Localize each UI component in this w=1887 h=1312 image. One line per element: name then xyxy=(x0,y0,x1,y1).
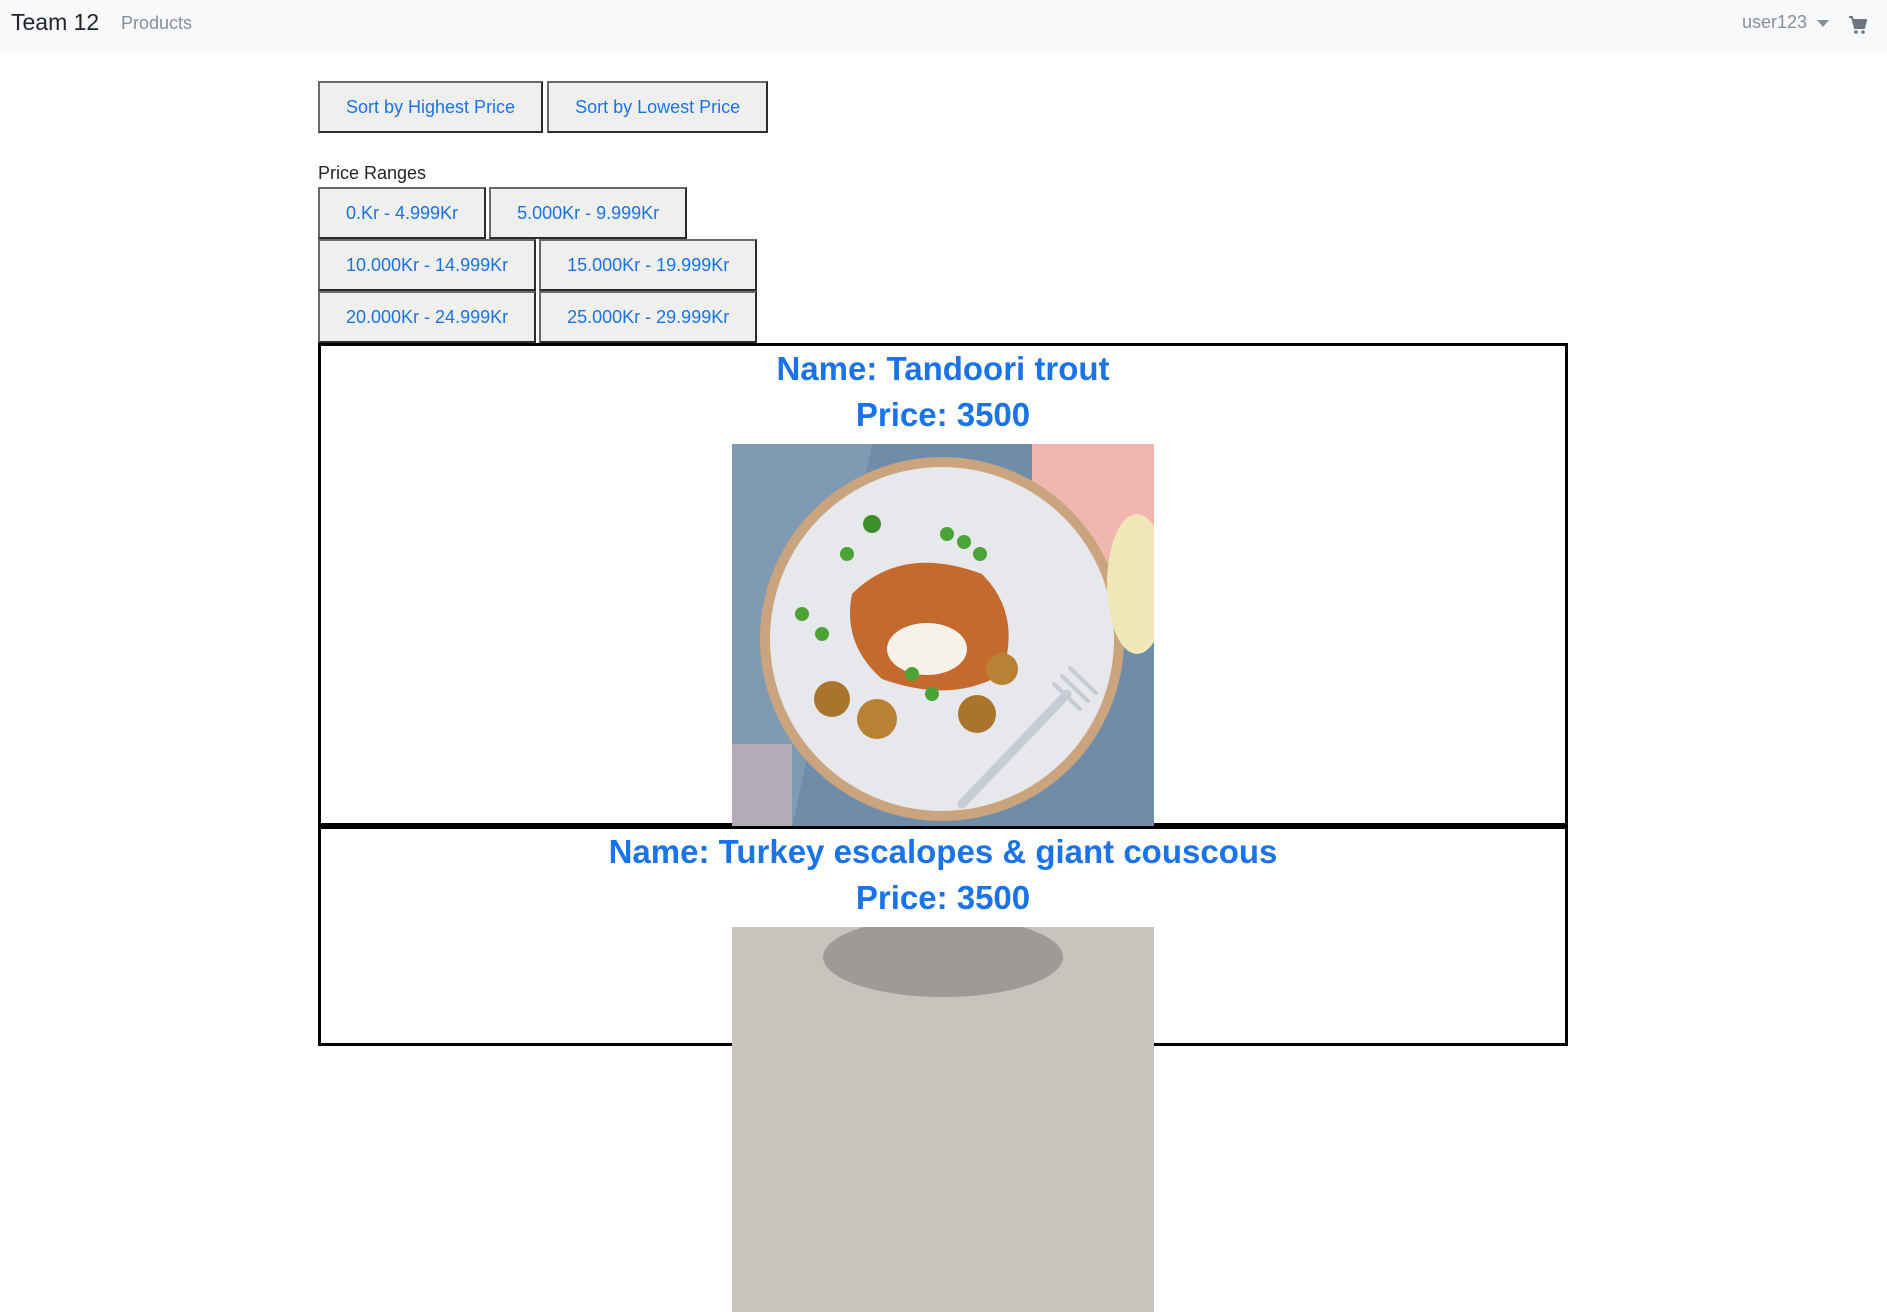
sort-controls: Sort by Highest Price Sort by Lowest Pric… xyxy=(318,81,772,133)
range-button-15000-19999[interactable]: 15.000Kr - 19.999Kr xyxy=(539,239,758,291)
brand-link[interactable]: Team 12 xyxy=(11,9,99,36)
product-image xyxy=(732,444,1154,829)
range-button-10000-14999[interactable]: 10.000Kr - 14.999Kr xyxy=(318,239,537,291)
user-name: user123 xyxy=(1741,12,1807,32)
product-name: Name: Turkey escalopes & giant couscous xyxy=(608,833,1278,870)
navbar: Team 12 Products user123 xyxy=(0,0,1887,53)
range-button-0-4999[interactable]: 0.Kr - 4.999Kr xyxy=(318,187,487,239)
product-name: Name: Tandoori trout xyxy=(776,350,1110,387)
price-range-row: 0.Kr - 4.999Kr 5.000Kr - 9.999Kr xyxy=(318,187,690,239)
price-ranges-label: Price Ranges xyxy=(318,163,427,183)
product-card[interactable]: Name: Turkey escalopes & giant couscous … xyxy=(318,826,1568,1312)
product-price: Price: 3500 xyxy=(855,879,1031,916)
chevron-down-icon xyxy=(1817,20,1829,27)
product-price: Price: 3500 xyxy=(855,396,1031,433)
range-button-20000-24999[interactable]: 20.000Kr - 24.999Kr xyxy=(318,291,537,343)
product-image xyxy=(732,927,1154,1312)
nav-products-link[interactable]: Products xyxy=(121,13,192,34)
range-button-25000-29999[interactable]: 25.000Kr - 29.999Kr xyxy=(539,291,758,343)
range-button-5000-9999[interactable]: 5.000Kr - 9.999Kr xyxy=(489,187,688,239)
sort-lowest-button[interactable]: Sort by Lowest Price xyxy=(547,81,769,133)
product-card[interactable]: Name: Tandoori trout Price: 3500 xyxy=(318,343,1568,829)
cart-icon[interactable] xyxy=(1848,15,1868,35)
sort-highest-button[interactable]: Sort by Highest Price xyxy=(318,81,544,133)
price-range-row: 20.000Kr - 24.999Kr 25.000Kr - 29.999Kr xyxy=(318,291,760,343)
price-range-row: 10.000Kr - 14.999Kr 15.000Kr - 19.999Kr xyxy=(318,239,760,291)
user-dropdown[interactable]: user123 xyxy=(1742,12,1829,33)
